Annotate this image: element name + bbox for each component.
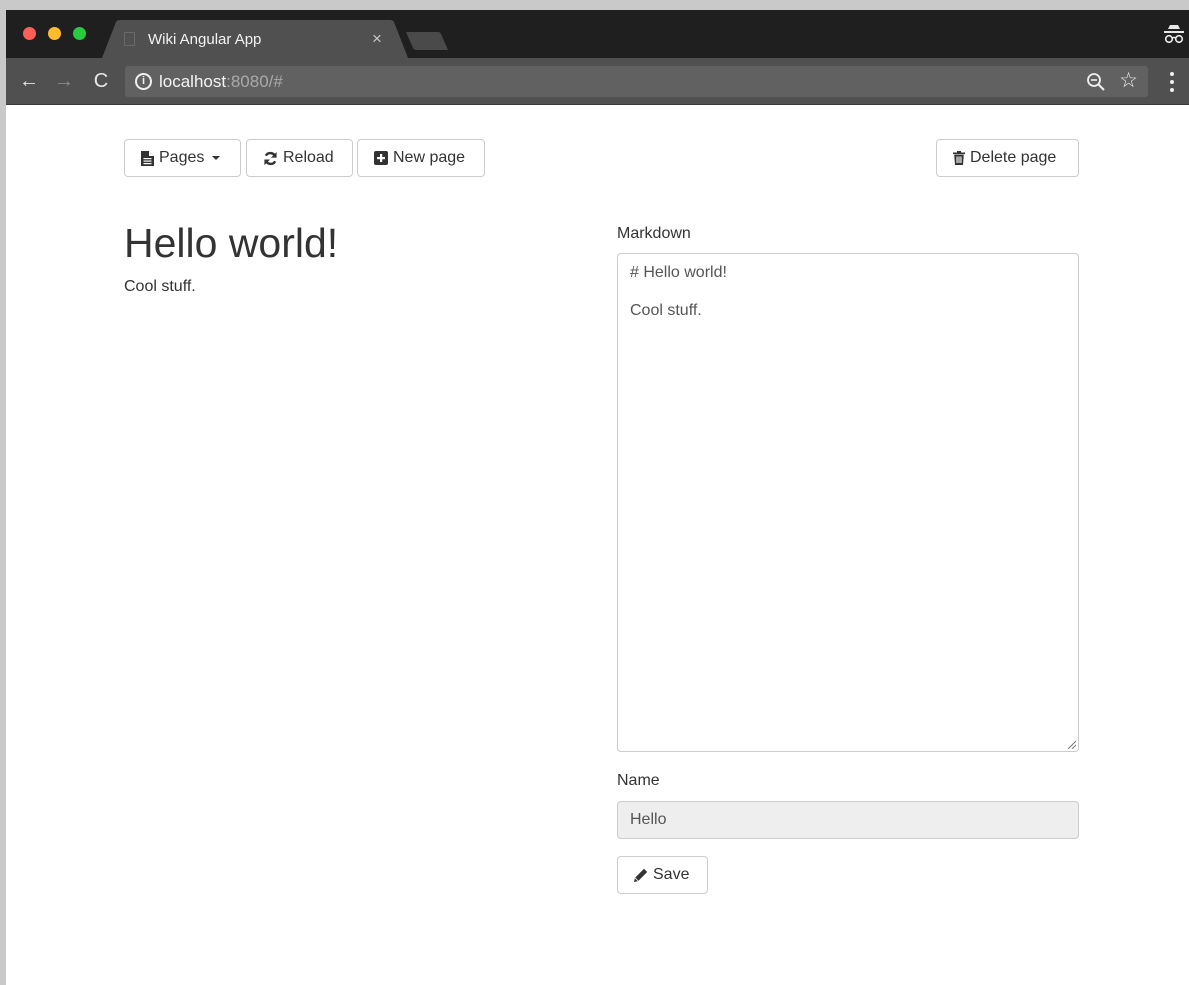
browser-tab[interactable]: Wiki Angular App ×	[102, 20, 408, 58]
minimize-window-button[interactable]	[48, 27, 61, 40]
tab-title: Wiki Angular App	[148, 31, 262, 48]
reload-label: Reload	[283, 149, 334, 166]
preview-paragraph: Cool stuff.	[124, 278, 196, 295]
new-page-button[interactable]: New page	[357, 139, 485, 177]
save-label: Save	[653, 866, 690, 883]
save-button[interactable]: Save	[617, 856, 708, 894]
tab-strip: Wiki Angular App ×	[6, 10, 1189, 58]
page-favicon-icon	[124, 32, 135, 46]
zoom-out-icon[interactable]	[1086, 72, 1106, 92]
url-host: localhost	[159, 72, 227, 91]
forward-arrow-icon[interactable]: →	[53, 70, 75, 92]
pages-dropdown-button[interactable]: Pages	[124, 139, 241, 177]
caret-down-icon	[212, 156, 221, 160]
new-page-label: New page	[393, 149, 466, 166]
info-icon[interactable]: i	[135, 73, 152, 90]
resize-grip-icon[interactable]	[1066, 739, 1076, 749]
markdown-label: Markdown	[617, 225, 691, 242]
delete-page-button[interactable]: Delete page	[936, 139, 1079, 177]
back-arrow-icon[interactable]: ←	[18, 70, 40, 92]
browser-menu-icon[interactable]	[1165, 71, 1179, 93]
new-tab-button[interactable]	[406, 32, 448, 50]
url-text[interactable]: localhost:8080/#	[159, 72, 283, 92]
trash-icon	[953, 151, 965, 165]
file-icon	[141, 150, 154, 166]
page-content: Pages Reload New page Delete page Hello …	[6, 106, 1189, 985]
markdown-textarea[interactable]: # Hello world! Cool stuff.	[617, 253, 1079, 752]
incognito-icon	[1164, 25, 1184, 44]
browser-toolbar: ← → C i localhost:8080/# ☆	[6, 58, 1189, 105]
address-bar[interactable]: i localhost:8080/# ☆	[125, 66, 1148, 97]
name-field[interactable]: Hello	[617, 801, 1079, 839]
close-window-button[interactable]	[23, 27, 36, 40]
url-rest: :8080/#	[226, 72, 283, 91]
reload-icon[interactable]: C	[90, 70, 112, 92]
refresh-icon	[264, 151, 277, 165]
markdown-text: # Hello world! Cool stuff.	[630, 264, 727, 319]
maximize-window-button[interactable]	[73, 27, 86, 40]
plus-square-icon	[374, 151, 388, 165]
pencil-icon	[634, 868, 648, 882]
name-label: Name	[617, 772, 660, 789]
delete-page-label: Delete page	[970, 149, 1057, 166]
bookmark-star-icon[interactable]: ☆	[1119, 68, 1138, 94]
pages-label: Pages	[159, 149, 205, 166]
browser-window: Wiki Angular App × ← → C i localhost:808…	[6, 10, 1189, 985]
preview-heading: Hello world!	[124, 220, 339, 266]
reload-button[interactable]: Reload	[246, 139, 353, 177]
tab-close-icon[interactable]: ×	[372, 29, 382, 49]
